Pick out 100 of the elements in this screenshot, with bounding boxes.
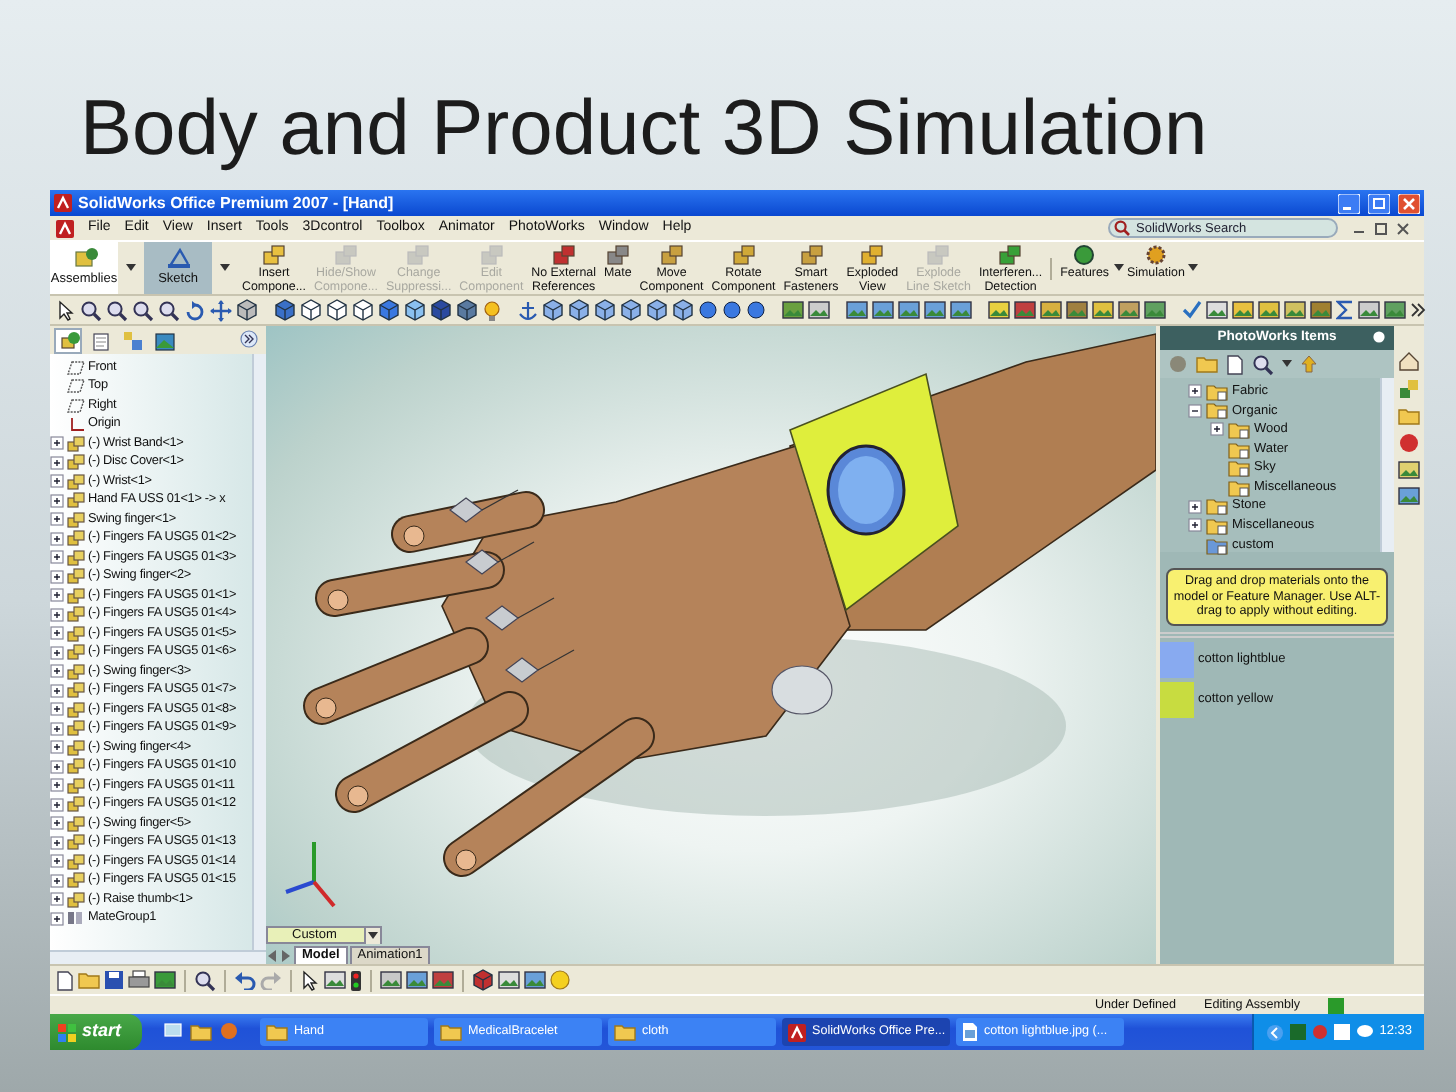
- picture-icon[interactable]: [324, 970, 346, 990]
- folder-icon[interactable]: [266, 1022, 288, 1042]
- expand-icon[interactable]: [50, 531, 64, 546]
- expand-icon[interactable]: [50, 588, 64, 603]
- cube-icon[interactable]: [472, 968, 494, 992]
- undo-arrow-icon[interactable]: [234, 970, 256, 990]
- caret-icon[interactable]: [1188, 264, 1199, 272]
- cube-icon[interactable]: [456, 298, 478, 322]
- previous-arrow-icon[interactable]: [266, 948, 278, 964]
- folder-icon[interactable]: [440, 1022, 462, 1042]
- magnifier-icon[interactable]: [194, 969, 216, 991]
- picture-icon[interactable]: [1310, 300, 1332, 320]
- vertical-scrollbar[interactable]: [1380, 378, 1394, 552]
- close-button[interactable]: [1398, 193, 1420, 213]
- cube-icon[interactable]: [326, 298, 348, 322]
- expand-icon[interactable]: [50, 835, 64, 850]
- picture-icon[interactable]: [1398, 460, 1420, 480]
- picture-icon[interactable]: [988, 300, 1010, 320]
- pointer-icon[interactable]: [300, 969, 320, 991]
- chevron-icon[interactable]: [1410, 302, 1426, 318]
- expand-icon[interactable]: [50, 664, 64, 679]
- document-icon[interactable]: [1226, 353, 1244, 375]
- light-bulb-icon[interactable]: [482, 299, 502, 321]
- folder-icon[interactable]: [614, 1022, 636, 1042]
- caret-icon[interactable]: [1282, 360, 1292, 368]
- picture-icon[interactable]: [782, 300, 804, 320]
- sigma-icon[interactable]: [1336, 300, 1354, 320]
- picture-icon[interactable]: [1206, 300, 1228, 320]
- picture-icon[interactable]: [432, 970, 454, 990]
- document-icon[interactable]: [56, 969, 74, 991]
- expand-icon[interactable]: [1210, 422, 1224, 437]
- picture-icon[interactable]: [950, 300, 972, 320]
- magnifier-icon[interactable]: [158, 299, 180, 321]
- expand-icon[interactable]: [50, 778, 64, 793]
- expand-icon[interactable]: [50, 436, 64, 451]
- picture-icon[interactable]: [1014, 300, 1036, 320]
- picture-icon[interactable]: [380, 970, 402, 990]
- expand-icon[interactable]: [50, 626, 64, 641]
- magnifier-icon[interactable]: [1252, 353, 1274, 375]
- expand-icon[interactable]: [1188, 499, 1202, 514]
- material-swatch[interactable]: [1160, 681, 1194, 717]
- vertical-scrollbar[interactable]: [252, 354, 266, 950]
- picture-icon[interactable]: [1144, 300, 1166, 320]
- horizontal-scrollbar[interactable]: [50, 950, 266, 964]
- printer-icon[interactable]: [128, 970, 150, 990]
- picture-icon[interactable]: [498, 970, 520, 990]
- expand-icon[interactable]: [50, 569, 64, 584]
- expand-icon[interactable]: [50, 493, 64, 508]
- picture-icon[interactable]: [1118, 300, 1140, 320]
- cube-icon[interactable]: [274, 298, 296, 322]
- panel-tab[interactable]: [54, 327, 82, 353]
- expand-icon[interactable]: [50, 607, 64, 622]
- picture-icon[interactable]: [524, 970, 546, 990]
- close-icon[interactable]: [1396, 221, 1410, 235]
- app-logo-icon[interactable]: [56, 219, 74, 237]
- expand-icon[interactable]: [1188, 384, 1202, 399]
- expand-icon[interactable]: [50, 740, 64, 755]
- material-swatch[interactable]: [1160, 641, 1194, 677]
- picture-icon[interactable]: [872, 300, 894, 320]
- picture-icon[interactable]: [1066, 300, 1088, 320]
- cube-icon[interactable]: [620, 298, 642, 322]
- caret-icon[interactable]: [126, 264, 136, 272]
- cube-icon[interactable]: [404, 298, 426, 322]
- caret-icon[interactable]: [368, 931, 378, 939]
- restore-icon[interactable]: [1374, 221, 1388, 235]
- picture-icon[interactable]: [846, 300, 868, 320]
- expand-icon[interactable]: [50, 759, 64, 774]
- expand-icon[interactable]: [50, 797, 64, 812]
- restore-button[interactable]: [1368, 193, 1390, 213]
- expand-icon[interactable]: [50, 455, 64, 470]
- cube-icon[interactable]: [236, 298, 258, 322]
- rotate-icon[interactable]: [184, 299, 206, 321]
- start-button[interactable]: start: [50, 1014, 142, 1050]
- speech-bubble-icon[interactable]: [1355, 1024, 1374, 1040]
- expand-chevron-icon[interactable]: [240, 329, 258, 348]
- expand-icon[interactable]: [50, 702, 64, 717]
- picture-icon[interactable]: [406, 970, 428, 990]
- magnifier-icon[interactable]: [132, 299, 154, 321]
- folder-icon[interactable]: [1398, 406, 1420, 426]
- next-arrow-icon[interactable]: [280, 948, 292, 964]
- traffic-light-icon[interactable]: [350, 969, 362, 991]
- cube-icon[interactable]: [300, 298, 322, 322]
- pointer-icon[interactable]: [56, 299, 76, 321]
- left-chevron-icon[interactable]: [1265, 1023, 1284, 1041]
- cube-icon[interactable]: [352, 298, 374, 322]
- tray-icon[interactable]: [1333, 1024, 1350, 1040]
- picture-icon[interactable]: [1258, 300, 1280, 320]
- anchor-icon[interactable]: [518, 299, 538, 321]
- picture-icon[interactable]: [1398, 486, 1420, 506]
- expand-icon[interactable]: [50, 911, 64, 926]
- caret-icon[interactable]: [1113, 264, 1124, 272]
- desktop-icon[interactable]: [164, 1022, 182, 1040]
- hand-model-drawing[interactable]: [303, 333, 1156, 877]
- picture-icon[interactable]: [154, 970, 176, 990]
- expand-icon[interactable]: [50, 550, 64, 565]
- caret-icon[interactable]: [220, 264, 230, 272]
- picture-icon[interactable]: [898, 300, 920, 320]
- picture-icon[interactable]: [1092, 300, 1114, 320]
- expand-icon[interactable]: [50, 512, 64, 527]
- checkmark-icon[interactable]: [1182, 300, 1202, 320]
